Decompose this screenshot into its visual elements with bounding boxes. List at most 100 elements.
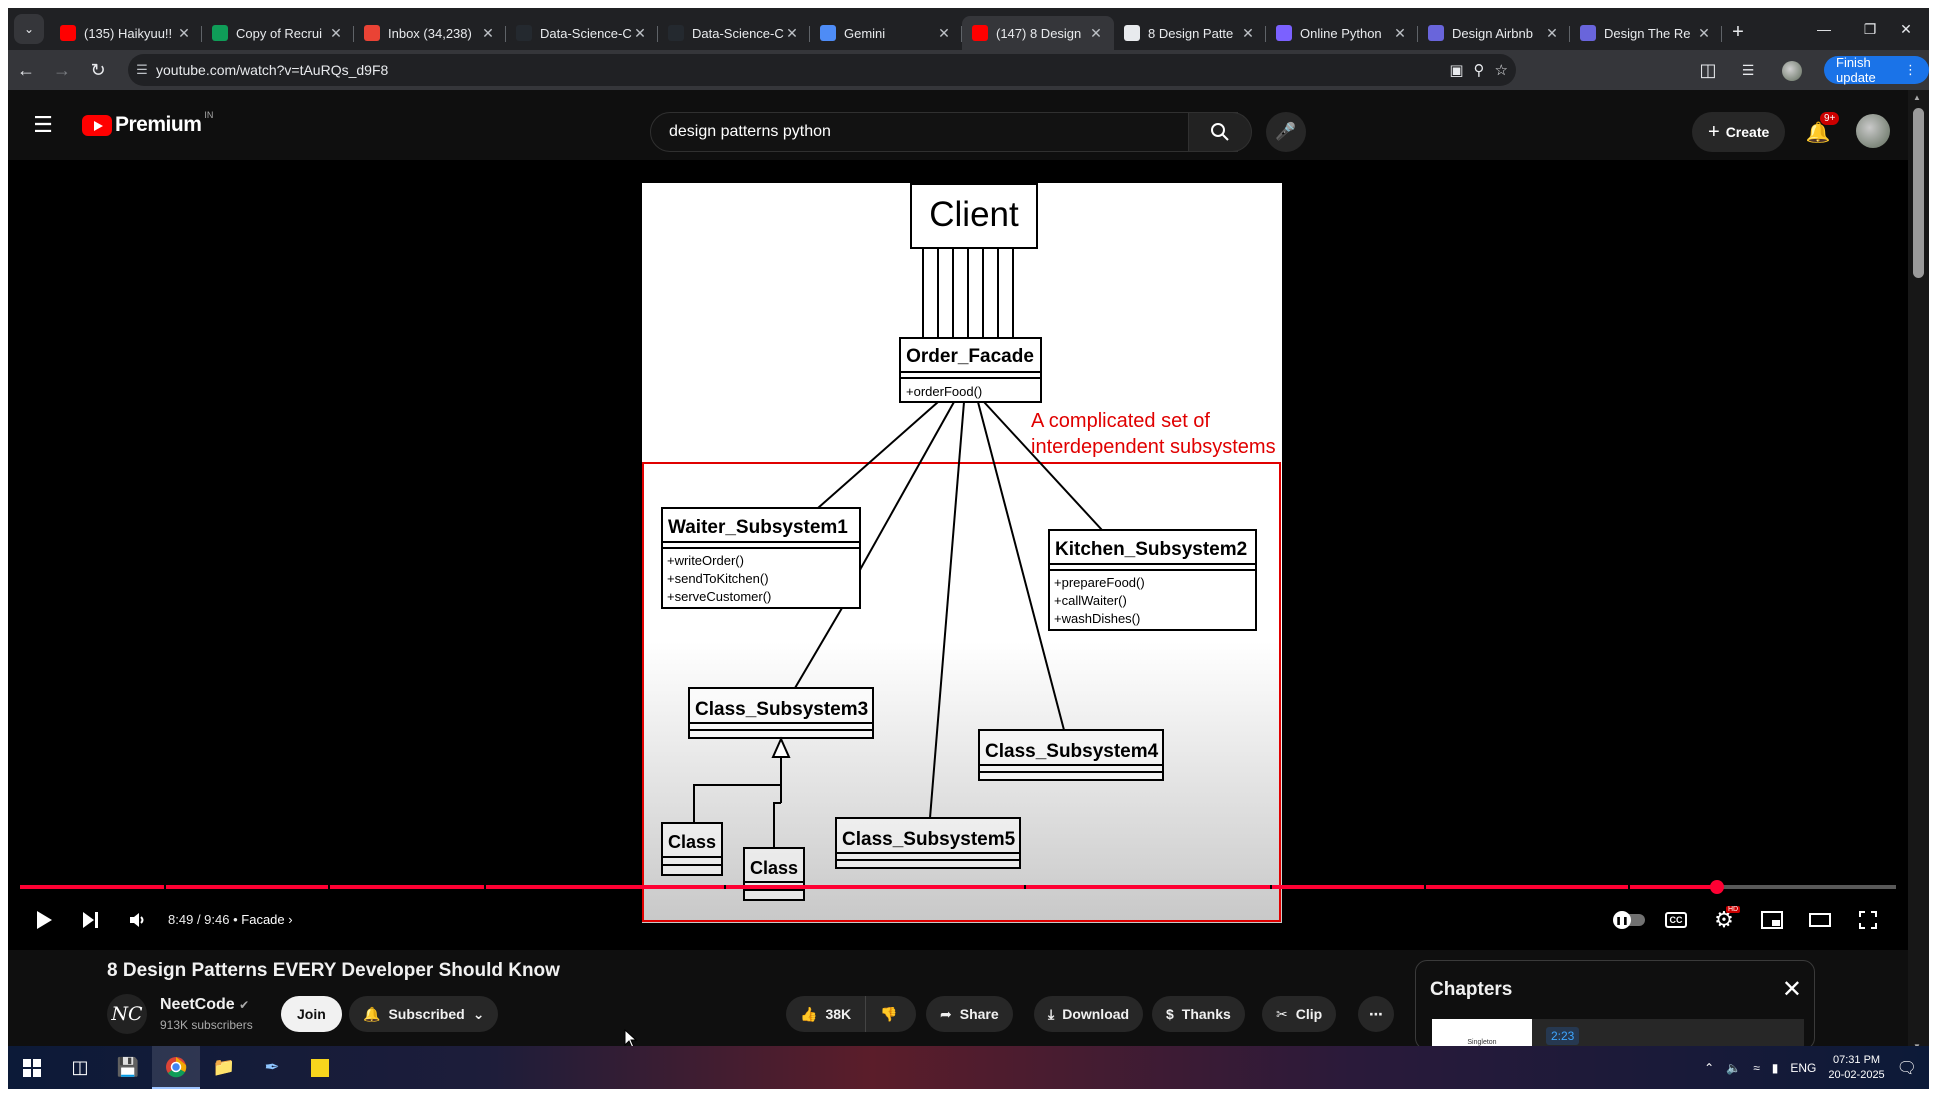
tab-close-icon[interactable]: ✕ (480, 25, 496, 42)
play-button[interactable] (28, 904, 60, 936)
language-indicator[interactable]: ENG (1790, 1061, 1816, 1075)
browser-tab[interactable]: (135) Haikyuu!! ✕ (50, 16, 202, 50)
start-button[interactable] (8, 1046, 56, 1089)
browser-tab[interactable]: Copy of Recrui ✕ (202, 16, 354, 50)
like-button[interactable]: 👍 38K (786, 996, 867, 1032)
scrollbar-thumb[interactable] (1913, 108, 1924, 278)
search-query[interactable]: design patterns python (669, 123, 831, 141)
reload-button[interactable]: ↻ (80, 52, 116, 88)
chevron-down-icon: ⌄ (23, 22, 35, 36)
browser-tab[interactable]: 8 Design Patte ✕ (1114, 16, 1266, 50)
clip-button[interactable]: ✂ Clip (1262, 996, 1337, 1032)
tab-close-icon[interactable]: ✕ (176, 25, 192, 42)
settings-button[interactable]: ⚙ HD (1708, 904, 1741, 936)
minimize-button[interactable]: — (1801, 8, 1847, 50)
thumbs-up-icon: 👍 (800, 1005, 818, 1022)
taskbar-app-feather[interactable]: ✒ (248, 1046, 296, 1089)
task-view-button[interactable]: ◫ (56, 1046, 104, 1089)
more-actions-button[interactable]: ⋯ (1358, 996, 1394, 1032)
thanks-button[interactable]: $ Thanks (1152, 996, 1245, 1032)
address-bar[interactable]: ☰ youtube.com/watch?v=tAuRQs_d9F8 ▣ ⚲ ☆ (128, 54, 1516, 86)
dislike-button[interactable]: 👎 (866, 996, 911, 1032)
youtube-logo[interactable]: Premium IN (82, 110, 213, 138)
url-text[interactable]: youtube.com/watch?v=tAuRQs_d9F8 (156, 62, 388, 78)
share-button[interactable]: ➦ Share (926, 996, 1013, 1032)
tab-close-icon[interactable]: ✕ (328, 25, 344, 42)
channel-name-link[interactable]: NeetCode ✔ (160, 996, 249, 1014)
browser-tab[interactable]: Inbox (34,238) ✕ (354, 16, 506, 50)
tab-close-icon[interactable]: ✕ (1088, 25, 1104, 42)
speaker-icon[interactable]: 🔈 (1726, 1061, 1741, 1075)
chapter-timestamp[interactable]: 2:23 (1546, 1027, 1580, 1045)
seek-bar[interactable] (20, 880, 1896, 894)
taskbar-app-file-explorer[interactable]: 📁 (200, 1046, 248, 1089)
browser-tab[interactable]: Design Airbnb ✕ (1418, 16, 1570, 50)
tab-close-icon[interactable]: ✕ (1392, 25, 1408, 42)
back-button[interactable]: ← (8, 52, 44, 88)
kitchen-method-3: +washDishes() (1054, 611, 1140, 626)
captions-button[interactable]: CC (1660, 904, 1692, 936)
browser-tab[interactable]: Online Python ✕ (1266, 16, 1418, 50)
voice-search-button[interactable]: 🎤 (1266, 112, 1306, 152)
zoom-icon[interactable]: ⚲ (1474, 61, 1485, 79)
tab-close-icon[interactable]: ✕ (1544, 25, 1560, 42)
browser-tab[interactable]: Gemini ✕ (810, 16, 962, 50)
seek-bar-handle[interactable] (1710, 880, 1724, 894)
autoplay-toggle[interactable]: ❚❚ (1612, 904, 1648, 936)
taskbar-app-chrome[interactable] (152, 1046, 200, 1089)
current-chapter[interactable]: Facade (241, 912, 284, 927)
search-input[interactable]: design patterns python ✕ (650, 112, 1238, 152)
tab-close-icon[interactable]: ✕ (1240, 25, 1256, 42)
wifi-icon[interactable]: ≈ (1753, 1061, 1760, 1075)
browser-tab[interactable]: Data-Science-C ✕ (506, 16, 658, 50)
clock-time: 07:31 PM (1833, 1053, 1881, 1066)
browser-tab[interactable]: Data-Science-C ✕ (658, 16, 810, 50)
miniplayer-button[interactable] (1756, 904, 1788, 936)
battery-icon[interactable]: ▮ (1772, 1061, 1779, 1075)
taskbar-app-sticky-notes[interactable] (296, 1046, 344, 1089)
page-scrollbar[interactable]: ▲ ▼ (1908, 90, 1929, 1054)
tab-search-button[interactable]: ⌄ (14, 14, 44, 44)
forward-button[interactable]: → (44, 52, 80, 88)
next-button[interactable] (74, 904, 106, 936)
join-button[interactable]: Join (281, 996, 342, 1032)
clock[interactable]: 07:31 PM 20-02-2025 (1828, 1053, 1884, 1083)
close-chapters-button[interactable]: ✕ (1782, 975, 1802, 1004)
tab-close-icon[interactable]: ✕ (1696, 25, 1712, 42)
profile-avatar[interactable] (1782, 61, 1802, 81)
chapter-title-button[interactable]: Facade › (241, 912, 292, 927)
mute-button[interactable] (122, 904, 154, 936)
create-button[interactable]: + Create (1692, 112, 1786, 152)
fullscreen-button[interactable] (1852, 904, 1884, 936)
bookmark-star-icon[interactable]: ☆ (1495, 61, 1508, 79)
tab-close-icon[interactable]: ✕ (936, 25, 952, 42)
autoplay-track: ❚❚ (1613, 911, 1645, 929)
guide-menu-button[interactable]: ☰ (28, 110, 58, 140)
chevron-up-icon[interactable]: ⌃ (1704, 1061, 1714, 1075)
like-count: 38K (825, 1006, 852, 1022)
notification-center-icon[interactable]: 🗨 (1897, 1058, 1917, 1078)
media-controls-button[interactable]: ☰ (1730, 52, 1766, 88)
taskbar-app-disk[interactable]: 💾 (104, 1046, 152, 1089)
video-player[interactable]: Client Order_Facade +orderFood() A compl… (8, 160, 1908, 950)
browser-tab[interactable]: Design The Re ✕ (1570, 16, 1722, 50)
install-app-icon[interactable]: ▣ (1449, 61, 1463, 79)
close-window-button[interactable]: ✕ (1883, 8, 1929, 50)
site-info-icon[interactable]: ☰ (128, 62, 156, 78)
new-tab-button[interactable]: + (1722, 16, 1754, 48)
tab-close-icon[interactable]: ✕ (784, 25, 800, 42)
finish-update-button[interactable]: Finish update ⋮ (1824, 55, 1929, 85)
download-button[interactable]: ⤓ Download (1034, 996, 1144, 1032)
account-avatar[interactable] (1856, 114, 1890, 148)
tab-close-icon[interactable]: ✕ (632, 25, 648, 42)
subscribed-button[interactable]: 🔔 Subscribed ⌄ (349, 996, 499, 1032)
subclass-b-name: Class (750, 858, 798, 878)
scroll-up-icon[interactable]: ▲ (1913, 93, 1921, 102)
extensions-button[interactable]: ◫ (1690, 52, 1726, 88)
theater-mode-button[interactable] (1804, 904, 1836, 936)
search-button[interactable] (1188, 112, 1252, 152)
channel-avatar[interactable]: NC (107, 994, 147, 1034)
browser-tab[interactable]: (147) 8 Design ✕ (962, 16, 1114, 50)
notifications-button[interactable]: 🔔 9+ (1798, 112, 1840, 150)
channel-name[interactable]: NeetCode (160, 996, 235, 1013)
